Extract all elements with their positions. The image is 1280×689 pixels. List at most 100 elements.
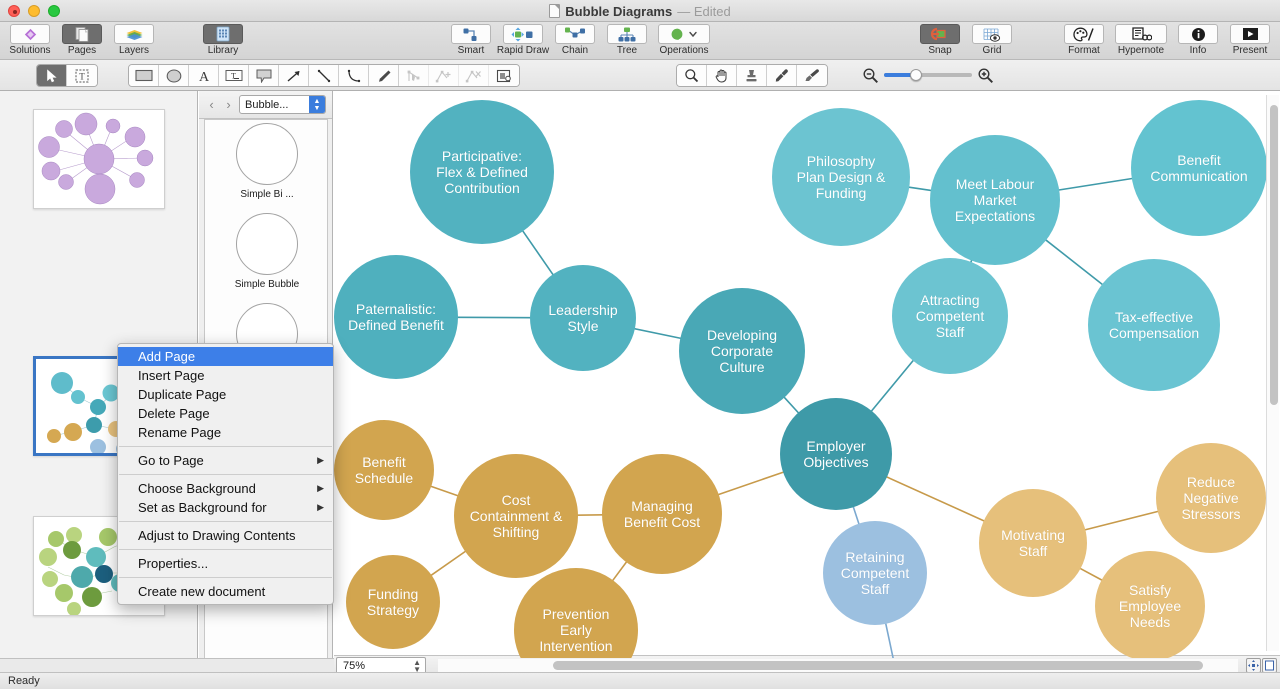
connector-employer-objectives-to-managing-benefit-cost[interactable] xyxy=(716,470,786,496)
toolbar-button-operations[interactable]: Operations xyxy=(653,24,715,56)
toolbar-button-hypernote[interactable]: Hypernote xyxy=(1110,24,1172,56)
connector-philosophy-plan-to-meet-labour[interactable] xyxy=(907,186,933,192)
bubble-managing-benefit-cost[interactable]: Managing Benefit Cost xyxy=(602,454,722,574)
toolbar-button-library[interactable]: Library xyxy=(197,24,249,56)
bubble-paternalistic[interactable]: Paternalistic: Defined Benefit xyxy=(334,255,458,379)
rectangle-tool[interactable] xyxy=(129,65,159,86)
zoom-slider-knob[interactable] xyxy=(910,69,922,81)
toolbar-button-solutions[interactable]: Solutions xyxy=(4,24,56,56)
connector-leadership-style-to-developing-corporate[interactable] xyxy=(632,327,683,340)
toolbar-button-format[interactable]: Format xyxy=(1058,24,1110,56)
paint-object-tool[interactable] xyxy=(489,65,519,86)
toolbar-button-pages[interactable]: Pages xyxy=(56,24,108,56)
page-view-icon[interactable] xyxy=(1262,658,1277,673)
canvas-horizontal-scrollbar-thumb[interactable] xyxy=(553,661,1203,670)
bubble-participative[interactable]: Participative: Flex & Defined Contributi… xyxy=(410,100,554,244)
bubble-funding-strategy[interactable]: Funding Strategy xyxy=(346,555,440,649)
menu-item-choose-background[interactable]: Choose Background ▶ xyxy=(118,479,333,498)
callout-tool[interactable] xyxy=(249,65,279,86)
add-node-tool[interactable] xyxy=(429,65,459,86)
connector-participative-to-leadership-style[interactable] xyxy=(521,229,555,277)
connector-meet-labour-to-benefit-communication[interactable] xyxy=(1057,177,1134,192)
delete-node-tool[interactable] xyxy=(459,65,489,86)
bubble-satisfy-employee-needs[interactable]: Satisfy Employee Needs xyxy=(1095,551,1205,658)
connector-retaining-competent-to-partial-blue-1[interactable] xyxy=(884,621,907,658)
menu-item-add-page[interactable]: Add Page xyxy=(118,347,333,366)
bubble-attracting-competent[interactable]: Attracting Competent Staff xyxy=(892,258,1008,374)
toolbar-button-chain[interactable]: Chain xyxy=(549,24,601,56)
bubble-benefit-communication[interactable]: Benefit Communication xyxy=(1131,100,1266,236)
bubble-developing-corporate[interactable]: Developing Corporate Culture xyxy=(679,288,805,414)
zoom-slider-control[interactable] xyxy=(862,64,1002,86)
menu-item-insert-page[interactable]: Insert Page xyxy=(118,366,333,385)
arrow-tool[interactable] xyxy=(279,65,309,86)
text-tool[interactable]: A xyxy=(189,65,219,86)
menu-item-create-new-document[interactable]: Create new document xyxy=(118,582,333,601)
curve-tool[interactable] xyxy=(339,65,369,86)
edit-node-tool[interactable] xyxy=(399,65,429,86)
toolbar-button-grid[interactable]: Grid xyxy=(966,24,1018,56)
connector-attracting-competent-to-employer-objectives[interactable] xyxy=(869,358,915,413)
connector-motivating-staff-to-reduce-negative-stressors[interactable] xyxy=(1083,510,1160,532)
bubble-retaining-competent[interactable]: Retaining Competent Staff xyxy=(823,521,927,625)
bubble-meet-labour[interactable]: Meet Labour Market Expectations xyxy=(930,135,1060,265)
bubble-reduce-negative-stressors[interactable]: Reduce Negative Stressors xyxy=(1156,443,1266,553)
ellipse-tool[interactable] xyxy=(159,65,189,86)
menu-item-properties[interactable]: Properties... xyxy=(118,554,333,573)
menu-item-go-to-page[interactable]: Go to Page ▶ xyxy=(118,451,333,470)
paintbrush-tool[interactable] xyxy=(797,65,827,86)
bubble-cost-containment[interactable]: Cost Containment & Shifting xyxy=(454,454,578,578)
connector-developing-corporate-to-employer-objectives[interactable] xyxy=(782,395,801,415)
connector-benefit-schedule-to-cost-containment[interactable] xyxy=(429,485,460,498)
toolbar-button-info[interactable]: Info xyxy=(1172,24,1224,56)
bubble-label: Benefit Communication xyxy=(1150,151,1248,184)
toolbar-button-rapid-draw[interactable]: Rapid Draw xyxy=(497,24,549,56)
connector-employer-objectives-to-motivating-staff[interactable] xyxy=(884,475,986,523)
menu-item-adjust-to-drawing-contents[interactable]: Adjust to Drawing Contents xyxy=(118,526,333,545)
connector-cost-containment-to-funding-strategy[interactable] xyxy=(429,549,468,577)
canvas-horizontal-scrollbar[interactable] xyxy=(438,659,1238,672)
library-prev-icon[interactable]: ‹ xyxy=(205,97,218,112)
menu-item-duplicate-page[interactable]: Duplicate Page xyxy=(118,385,333,404)
bubble-employer-objectives[interactable]: Employer Objectives xyxy=(780,398,892,510)
toolbar-button-present[interactable]: Present xyxy=(1224,24,1276,56)
pen-tool[interactable] xyxy=(369,65,399,86)
toolbar-button-layers[interactable]: Layers xyxy=(108,24,160,56)
bubble-philosophy-plan[interactable]: Philosophy Plan Design & Funding xyxy=(772,108,910,246)
diagram-canvas[interactable]: Participative: Flex & Defined Contributi… xyxy=(334,91,1266,658)
library-item-simple-bi[interactable]: Simple Bi ... xyxy=(205,120,327,210)
bubble-motivating-staff[interactable]: Motivating Staff xyxy=(979,489,1087,597)
menu-item-rename-page[interactable]: Rename Page xyxy=(118,423,333,442)
fit-page-icon[interactable] xyxy=(1246,658,1261,673)
bubble-leadership-style[interactable]: Leadership Style xyxy=(530,265,636,371)
connector-meet-labour-to-tax-effective[interactable] xyxy=(1044,238,1105,287)
toolbar-button-smart[interactable]: Smart xyxy=(445,24,497,56)
connector-motivating-staff-to-satisfy-employee-needs[interactable] xyxy=(1078,566,1104,582)
canvas-vertical-scrollbar[interactable] xyxy=(1266,95,1279,651)
bubble-tax-effective[interactable]: Tax-effective Compensation xyxy=(1088,259,1220,391)
text-box-tool[interactable]: T xyxy=(219,65,249,86)
library-selector[interactable]: Bubble... ▲ ▼ xyxy=(239,95,326,114)
connector-managing-benefit-cost-to-prevention-early[interactable] xyxy=(611,560,629,583)
library-selector-stepper-icon[interactable]: ▲ ▼ xyxy=(309,96,325,113)
pointer-tool[interactable] xyxy=(37,65,67,86)
line-tool[interactable] xyxy=(309,65,339,86)
zoom-slider-track[interactable] xyxy=(884,69,972,81)
canvas-vertical-scrollbar-thumb[interactable] xyxy=(1270,105,1278,405)
library-item-simple-bubble[interactable]: Simple Bubble xyxy=(205,210,327,300)
hand-tool[interactable] xyxy=(707,65,737,86)
magnifier-tool[interactable] xyxy=(677,65,707,86)
toolbar-button-snap[interactable]: Snap xyxy=(914,24,966,56)
marquee-text-tool[interactable]: T xyxy=(67,65,97,86)
menu-item-set-as-background-for[interactable]: Set as Background for ▶ xyxy=(118,498,333,517)
bubble-benefit-schedule[interactable]: Benefit Schedule xyxy=(334,420,434,520)
page-thumbnail-1[interactable] xyxy=(33,109,165,209)
stamp-tool[interactable] xyxy=(737,65,767,86)
toolbar-button-tree[interactable]: Tree xyxy=(601,24,653,56)
eyedropper-tool[interactable] xyxy=(767,65,797,86)
menu-item-delete-page[interactable]: Delete Page xyxy=(118,404,333,423)
zoom-stepper-icon[interactable]: ▲ ▼ xyxy=(413,659,421,674)
library-next-icon[interactable]: › xyxy=(222,97,235,112)
library-header: ‹ › Bubble... ▲ ▼ xyxy=(199,91,332,119)
page-context-menu[interactable]: Add Page Insert Page Duplicate Page Delete … xyxy=(117,343,334,605)
